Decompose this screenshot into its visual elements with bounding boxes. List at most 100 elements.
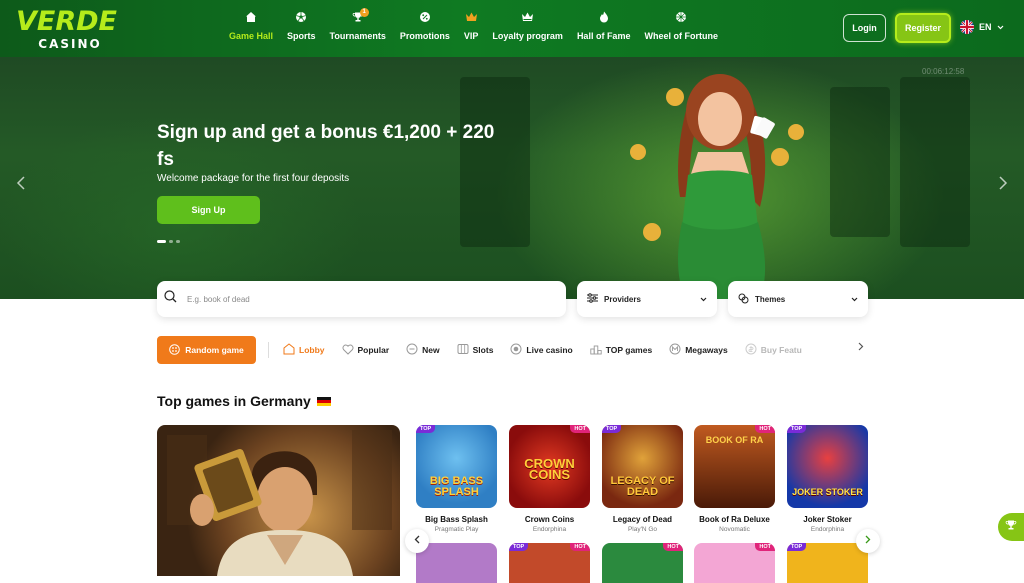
flame-icon	[597, 10, 611, 24]
tab-new[interactable]: New	[406, 343, 440, 357]
game-logo: CROWN COINS	[524, 456, 575, 482]
hot-badge: HOT	[570, 543, 590, 551]
game-thumbnail: TOP HOT	[509, 543, 590, 583]
hot-badge: HOT	[755, 543, 775, 551]
nav-item-hall-of-fame[interactable]: Hall of Fame	[570, 10, 638, 50]
tournament-widget-button[interactable]	[998, 513, 1024, 541]
game-thumbnail: TOP BIG BASS SPLASH	[416, 425, 497, 508]
featured-game-tile[interactable]	[157, 425, 400, 576]
game-card[interactable]: TOP	[787, 543, 868, 583]
random-game-button[interactable]: Random game	[157, 336, 256, 364]
chevron-right-icon[interactable]	[858, 342, 864, 354]
themes-dropdown[interactable]: Themes	[728, 281, 868, 317]
category-tabs: Lobby Popular New Slots Live casino TOP …	[283, 340, 839, 360]
tab-top-games[interactable]: TOP games	[590, 343, 652, 357]
carousel-dot[interactable]	[176, 240, 180, 243]
promo-timer: 00:06:12:58	[922, 67, 965, 76]
nav-item-tournaments[interactable]: 1 Tournaments	[323, 8, 393, 50]
search-input[interactable]	[187, 294, 517, 304]
chevron-down-icon	[997, 22, 1004, 32]
tab-label: Lobby	[299, 345, 325, 355]
tab-buy-feature[interactable]: Buy Featu	[745, 343, 802, 357]
verde-casino-logo[interactable]: VERDE CASINO	[16, 6, 126, 51]
game-card[interactable]: HOT	[694, 543, 775, 583]
main-nav: Game Hall Sports 1 Tournaments Promotion…	[222, 8, 725, 50]
hot-badge: HOT	[570, 425, 590, 433]
scroll-right-button[interactable]	[856, 529, 880, 553]
uk-flag-icon	[960, 20, 974, 34]
game-card[interactable]: TOP BIG BASS SPLASH Big Bass Splash Prag…	[416, 425, 497, 533]
hot-badge: HOT	[755, 425, 775, 433]
trophy-icon	[1005, 518, 1017, 536]
game-name: Joker Stoker	[803, 515, 852, 524]
game-provider: Endorphina	[532, 526, 567, 533]
tab-label: Megaways	[685, 345, 728, 355]
logo-wordmark: VERDE	[16, 6, 117, 37]
game-card[interactable]: TOP LEGACY OF DEAD Legacy of Dead Play'N…	[602, 425, 683, 533]
tab-live-casino[interactable]: Live casino	[510, 343, 573, 357]
hero-character-illustration	[630, 74, 804, 299]
random-game-label: Random game	[185, 345, 244, 355]
nav-item-game-hall[interactable]: Game Hall	[222, 10, 280, 50]
carousel-dot[interactable]	[157, 240, 166, 243]
nav-item-loyalty-program[interactable]: Loyalty program	[485, 10, 570, 50]
game-logo: JOKER STOKER	[792, 487, 863, 497]
search-icon	[164, 290, 177, 308]
featured-game-artwork	[167, 430, 392, 576]
tab-lobby[interactable]: Lobby	[283, 343, 325, 357]
nav-item-wheel-of-fortune[interactable]: Wheel of Fortune	[637, 10, 725, 50]
tab-megaways[interactable]: Megaways	[669, 343, 728, 357]
nav-item-promotions[interactable]: Promotions	[393, 10, 457, 50]
chevron-right-icon[interactable]	[998, 175, 1008, 196]
nav-label: Promotions	[399, 31, 450, 41]
games-grid: TOP BIG BASS SPLASH Big Bass Splash Prag…	[416, 425, 868, 583]
promotions-icon	[418, 10, 432, 24]
germany-flag-icon	[316, 396, 331, 406]
game-thumbnail: HOT BOOK OF RA	[694, 425, 775, 508]
providers-label: Providers	[604, 294, 641, 304]
lobby-icon	[283, 343, 295, 357]
game-card[interactable]: HOT BOOK OF RA Book of Ra Deluxe Novomat…	[694, 425, 775, 533]
nav-item-vip[interactable]: VIP	[457, 10, 486, 50]
register-button[interactable]: Register	[895, 13, 951, 43]
chevron-left-icon[interactable]	[16, 175, 26, 196]
game-name: Legacy of Dead	[612, 515, 673, 524]
game-card[interactable]: HOT CROWN COINS Crown Coins Endorphina	[509, 425, 590, 533]
tab-label: Popular	[357, 345, 390, 355]
nav-label: Wheel of Fortune	[644, 31, 718, 41]
background-decor	[900, 77, 970, 247]
live-icon	[510, 343, 522, 357]
login-button[interactable]: Login	[843, 14, 886, 42]
top-badge: TOP	[602, 425, 622, 433]
home-icon	[244, 10, 258, 24]
carousel-dot[interactable]	[169, 240, 173, 243]
hero-signup-button[interactable]: Sign Up	[157, 196, 260, 224]
hero-title: Sign up and get a bonus €1,200 + 220 fs	[157, 122, 495, 170]
nav-label: Hall of Fame	[576, 31, 631, 41]
tab-popular[interactable]: Popular	[342, 344, 390, 357]
game-name: Crown Coins	[524, 515, 575, 524]
game-name: Book of Ra Deluxe	[699, 515, 770, 524]
scroll-left-button[interactable]	[405, 529, 429, 553]
game-thumbnail: HOT CROWN COINS	[509, 425, 590, 508]
section-heading: Top games in Germany	[157, 393, 331, 409]
chevron-down-icon	[700, 295, 707, 304]
top-header: VERDE CASINO Game Hall Sports 1 Tourname…	[0, 0, 1024, 57]
nav-label: Game Hall	[229, 31, 274, 41]
tab-slots[interactable]: Slots	[457, 343, 493, 357]
top-badge: TOP	[509, 543, 529, 551]
language-selector[interactable]: EN	[960, 20, 1004, 34]
providers-dropdown[interactable]: Providers	[577, 281, 717, 317]
game-card[interactable]: HOT	[602, 543, 683, 583]
heart-icon	[342, 344, 354, 357]
nav-item-sports[interactable]: Sports	[280, 10, 323, 50]
nav-label: VIP	[463, 31, 479, 41]
game-name: Big Bass Splash	[425, 515, 488, 524]
game-card[interactable]: TOP JOKER STOKER Joker Stoker Endorphina	[787, 425, 868, 533]
hero-banner: 00:06:12:58 Sign up and get a bonus €1,2…	[0, 57, 1024, 299]
game-card[interactable]	[416, 543, 497, 583]
tab-label: Buy Featu	[760, 345, 802, 355]
hero-subtitle: Welcome package for the first four depos…	[157, 173, 350, 184]
game-card[interactable]: TOP HOT	[509, 543, 590, 583]
divider	[268, 342, 269, 358]
